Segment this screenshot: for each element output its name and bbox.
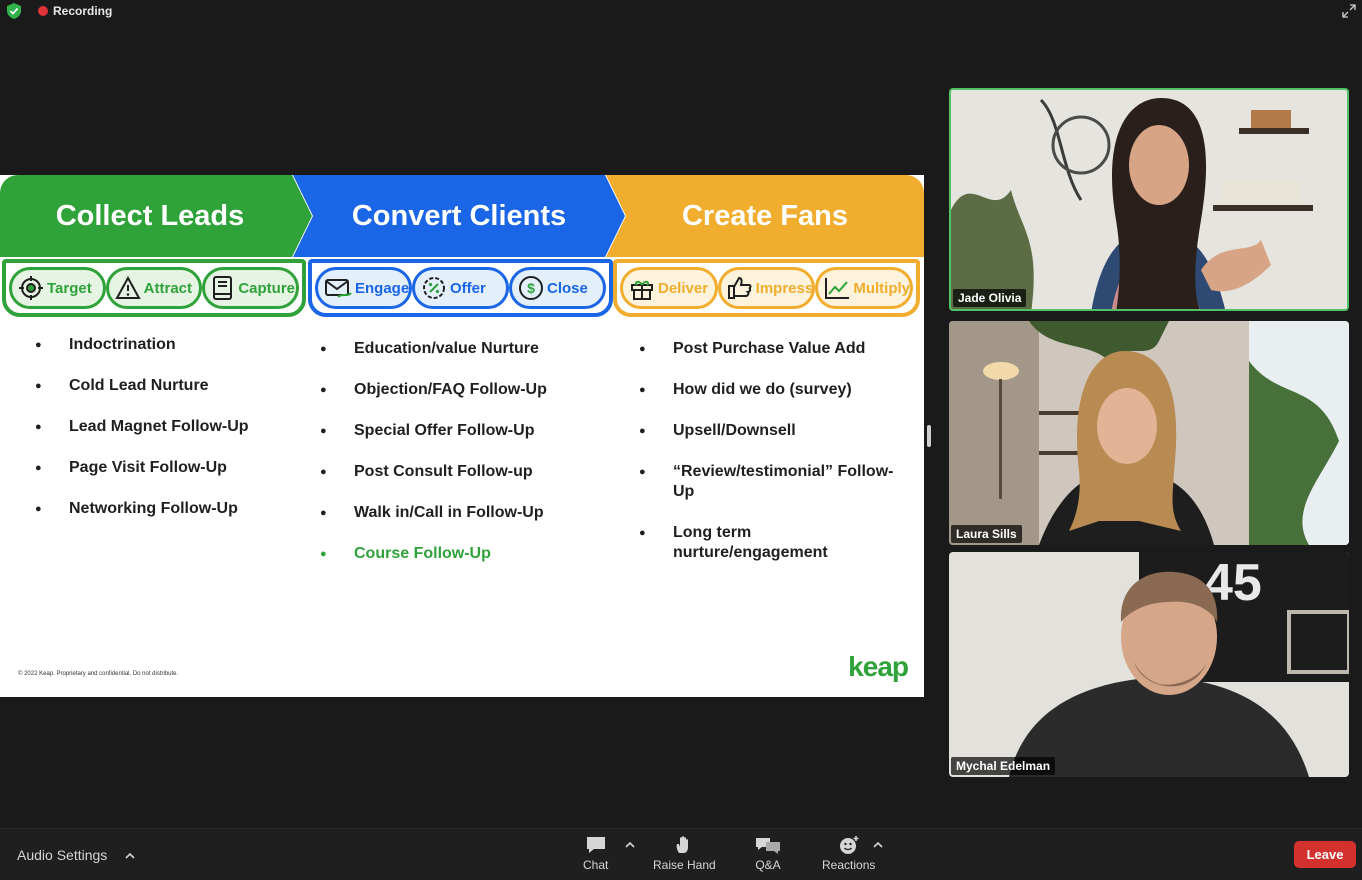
- svg-text:$: $: [527, 280, 535, 296]
- gift-icon: [631, 280, 653, 300]
- pill-engage: Engage: [315, 267, 412, 309]
- list-item: Special Offer Follow-Up: [320, 421, 610, 441]
- meeting-toolbar: Audio Settings Chat Raise Hand Q&A React…: [0, 828, 1362, 880]
- pill-close: $ Close: [509, 267, 606, 309]
- pill-deliver: Deliver: [620, 267, 718, 309]
- recording-indicator[interactable]: Recording: [38, 4, 112, 18]
- participant-video: [949, 321, 1349, 545]
- collect-leads-list: Indoctrination Cold Lead Nurture Lead Ma…: [35, 335, 305, 540]
- audio-settings-button[interactable]: Audio Settings: [17, 847, 135, 863]
- thumbs-up-icon: [727, 276, 752, 299]
- pill-capture: Capture: [202, 267, 300, 309]
- create-fans-list: Post Purchase Value Add How did we do (s…: [639, 339, 899, 584]
- list-item: Cold Lead Nurture: [35, 376, 305, 396]
- pill-label: Attract: [143, 279, 193, 297]
- pill-label: Offer: [450, 279, 486, 297]
- smiley-plus-icon: [839, 836, 859, 854]
- convert-clients-list: Education/value Nurture Objection/FAQ Fo…: [320, 339, 610, 585]
- list-item: Post Purchase Value Add: [639, 339, 899, 359]
- top-bar: Recording: [0, 0, 1362, 24]
- list-item: Education/value Nurture: [320, 339, 610, 359]
- hand-icon: [676, 836, 689, 853]
- list-item: Page Visit Follow-Up: [35, 458, 305, 478]
- list-item: “Review/testimonial” Follow-Up: [639, 462, 899, 502]
- pill-label: Close: [547, 279, 588, 297]
- qa-label: Q&A: [755, 858, 781, 872]
- pill-label: Multiply: [853, 279, 911, 297]
- chat-bubble-icon: [586, 837, 605, 853]
- list-item: Long term nurture/engagement: [639, 523, 899, 563]
- pill-impress: Impress: [717, 267, 816, 309]
- list-item: Post Consult Follow-up: [320, 462, 610, 482]
- stage-group-blue: Engage Offer $ Close: [308, 259, 613, 317]
- qa-bubbles-icon: [756, 838, 780, 854]
- warning-icon: [114, 275, 141, 299]
- participant-name: Laura Sills: [951, 525, 1022, 543]
- stage-group-yellow: Deliver Impress Multiply: [613, 259, 920, 317]
- book-icon: [213, 276, 233, 300]
- pill-label: Capture: [238, 279, 296, 297]
- chat-label: Chat: [583, 858, 609, 872]
- zoom-webinar-window: Recording Collect Leads Convert Clients …: [0, 0, 1362, 880]
- pill-target: Target: [9, 267, 106, 309]
- reactions-button[interactable]: Reactions: [822, 835, 875, 872]
- raise-hand-button[interactable]: Raise Hand: [653, 835, 716, 872]
- pill-attract: Attract: [105, 267, 203, 309]
- pill-offer: Offer: [412, 267, 509, 309]
- video-tile-laura-sills[interactable]: Laura Sills: [949, 321, 1349, 545]
- audio-settings-label: Audio Settings: [17, 847, 108, 863]
- pill-label: Deliver: [658, 279, 709, 297]
- panel-resize-handle[interactable]: [927, 425, 931, 447]
- shield-check-icon[interactable]: [7, 3, 21, 19]
- list-item: Indoctrination: [35, 335, 305, 355]
- list-item: Objection/FAQ Follow-Up: [320, 380, 610, 400]
- mail-icon: [325, 279, 352, 298]
- participant-video: 45: [949, 552, 1349, 777]
- list-item: Networking Follow-Up: [35, 499, 305, 519]
- list-item: How did we do (survey): [639, 380, 899, 400]
- reactions-label: Reactions: [822, 858, 876, 872]
- pill-label: Impress: [755, 279, 814, 297]
- keap-logo: keap: [848, 651, 909, 682]
- list-item: Walk in/Call in Follow-Up: [320, 503, 610, 523]
- banner-convert-clients: Convert Clients: [293, 175, 625, 257]
- chevron-up-icon[interactable]: [125, 852, 135, 859]
- video-tile-jade-olivia[interactable]: Jade Olivia: [949, 88, 1349, 311]
- leave-button[interactable]: Leave: [1294, 841, 1356, 868]
- pill-label: Target: [47, 279, 92, 297]
- fullscreen-icon[interactable]: [1342, 4, 1356, 18]
- qa-button[interactable]: Q&A: [755, 835, 781, 872]
- stage-group-green: Target Attract Capture: [2, 259, 306, 317]
- list-item: Upsell/Downsell: [639, 421, 899, 441]
- participant-name: Mychal Edelman: [951, 757, 1056, 775]
- banner-collect-leads: Collect Leads: [0, 175, 312, 257]
- chevron-up-icon: [873, 841, 883, 848]
- record-dot-icon: [38, 6, 48, 16]
- participant-name: Jade Olivia: [953, 289, 1027, 307]
- chat-options-chevron[interactable]: [625, 839, 635, 851]
- pill-multiply: Multiply: [815, 267, 914, 309]
- dollar-coin-icon: $: [519, 276, 543, 300]
- recording-label: Recording: [53, 4, 113, 18]
- video-tile-mychal-edelman[interactable]: 45 Mychal Edelman: [949, 552, 1349, 777]
- target-icon: [19, 276, 43, 300]
- raise-hand-label: Raise Hand: [653, 858, 716, 872]
- discount-badge-icon: [423, 277, 445, 299]
- shared-screen-slide: Collect Leads Convert Clients Create Fan…: [0, 175, 924, 697]
- list-item: Lead Magnet Follow-Up: [35, 417, 305, 437]
- banner-create-fans: Create Fans: [606, 175, 924, 257]
- slide-footer-note: © 2022 Keap. Proprietary and confidentia…: [18, 671, 179, 677]
- chevron-up-icon: [625, 841, 635, 848]
- list-item-highlighted: Course Follow-Up: [320, 544, 610, 564]
- participant-video: [951, 90, 1347, 309]
- trend-chart-icon: [825, 278, 850, 299]
- reactions-options-chevron[interactable]: [873, 839, 883, 851]
- chat-button[interactable]: Chat: [583, 835, 608, 872]
- pill-label: Engage: [355, 279, 410, 297]
